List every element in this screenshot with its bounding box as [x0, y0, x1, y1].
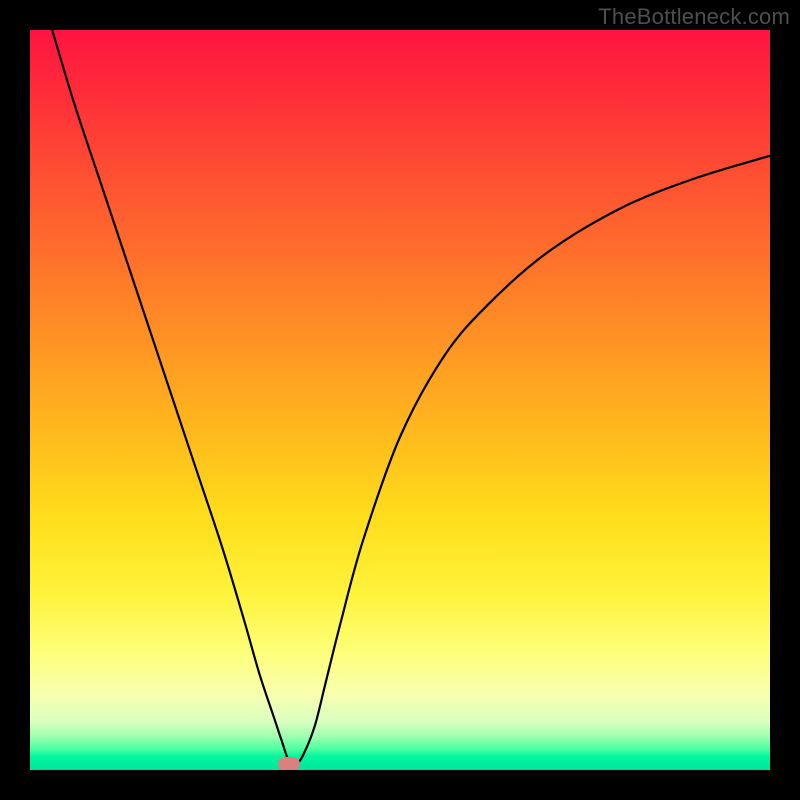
chart-frame: TheBottleneck.com [0, 0, 800, 800]
optimal-point-marker [278, 757, 300, 770]
bottleneck-curve [30, 30, 770, 770]
plot-area [30, 30, 770, 770]
watermark-text: TheBottleneck.com [598, 4, 790, 30]
